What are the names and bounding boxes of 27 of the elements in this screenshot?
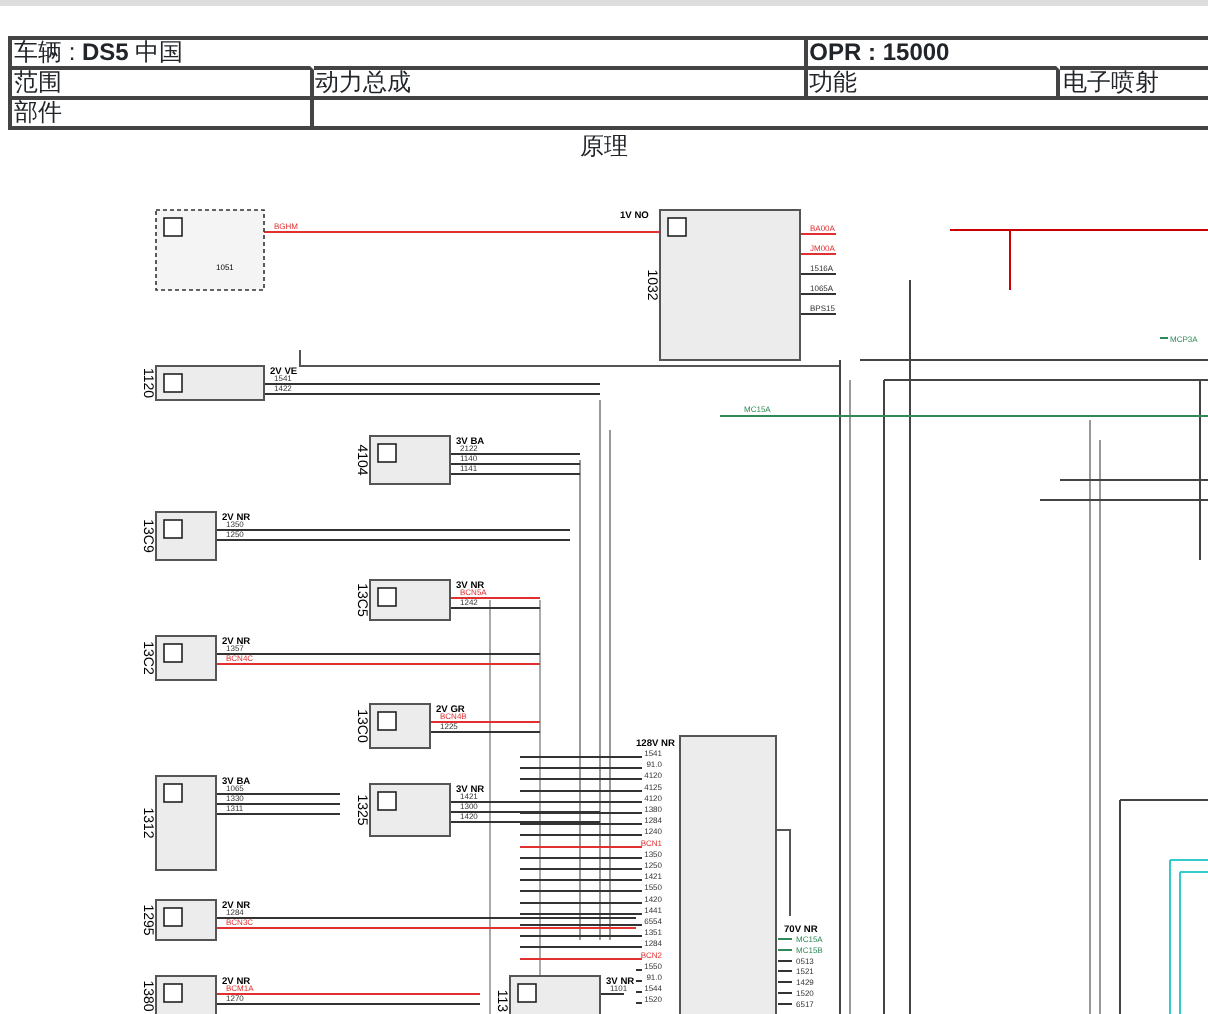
component-symbol-icon [377,587,397,607]
wire [775,829,791,917]
dashed-component-box [155,209,265,291]
component-symbol-icon [377,791,397,811]
header-text: 部件 [14,98,62,126]
component-symbol-icon [163,217,183,237]
header-text: OPR : 15000 [809,38,950,66]
component-box [369,435,451,485]
diagram-title: 原理 [580,132,628,160]
component-symbol-icon [163,519,183,539]
component-box [155,775,217,871]
header-text: 动力总成 [315,68,411,96]
component-symbol-icon [163,907,183,927]
component-symbol-icon [377,711,397,731]
component-box [369,783,451,837]
component-symbol-icon [163,783,183,803]
component-symbol-icon [163,983,183,1003]
header-text: 电子喷射 [1062,68,1159,96]
component-symbol-icon [377,443,397,463]
component-symbol-icon [163,643,183,663]
header-text: 范围 [14,68,62,96]
header-text: 车辆 : DS5 中国 [14,38,184,66]
header-text: 功能 [809,68,858,96]
component-symbol-icon [667,217,687,237]
component-symbol-icon [163,373,183,393]
component-symbol-icon [517,983,537,1003]
component-box [155,365,265,401]
